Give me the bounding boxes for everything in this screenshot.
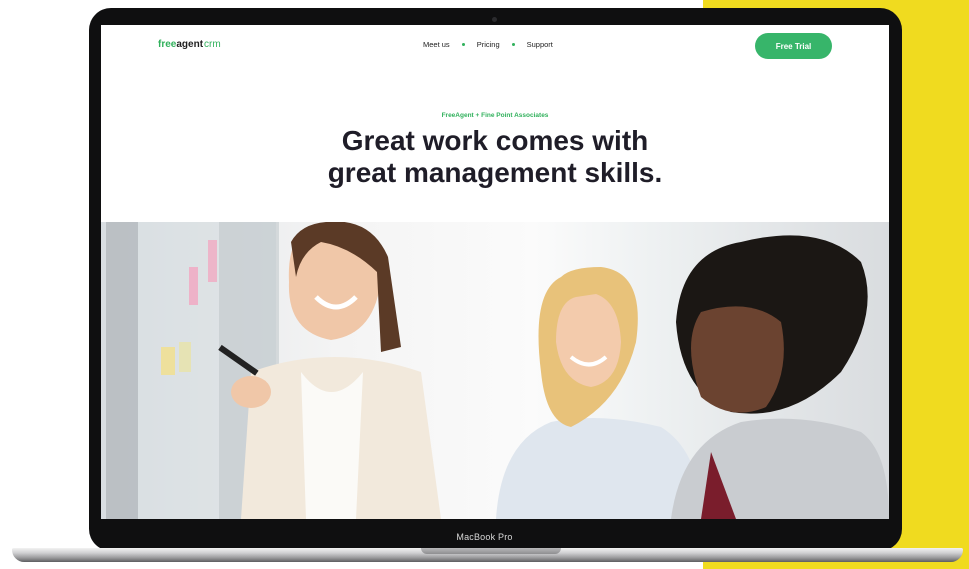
nav-separator-dot [511, 43, 515, 46]
free-trial-button[interactable]: Free Trial [755, 33, 832, 59]
hero-headline-line1: Great work comes with [341, 125, 649, 156]
logo-part-free: free [158, 39, 177, 50]
nav-separator-dot [461, 43, 465, 46]
device-label: MacBook Pro [456, 532, 513, 542]
laptop-screen: freeagentcrm Meet us Pricing Support Fre… [101, 25, 889, 519]
camera-icon [492, 17, 497, 22]
hero-photo [101, 222, 889, 519]
logo-part-agent: agent [176, 39, 204, 50]
nav-link-meet-us[interactable]: Meet us [423, 40, 450, 49]
team-meeting-illustration [101, 222, 889, 519]
nav-link-support[interactable]: Support [527, 40, 553, 49]
hero-eyebrow: FreeAgent + Fine Point Associates [441, 112, 549, 119]
logo[interactable]: freeagentcrm [158, 39, 221, 50]
hero-headline-line2: great management skills. [327, 157, 663, 188]
main-nav: Meet us Pricing Support [423, 40, 553, 49]
laptop-base-notch [421, 548, 561, 554]
site-header: freeagentcrm Meet us Pricing Support Fre… [101, 25, 889, 67]
hero-headline: Great work comes with great management s… [101, 125, 889, 189]
nav-link-pricing[interactable]: Pricing [477, 40, 500, 49]
logo-part-crm: crm [204, 39, 221, 50]
